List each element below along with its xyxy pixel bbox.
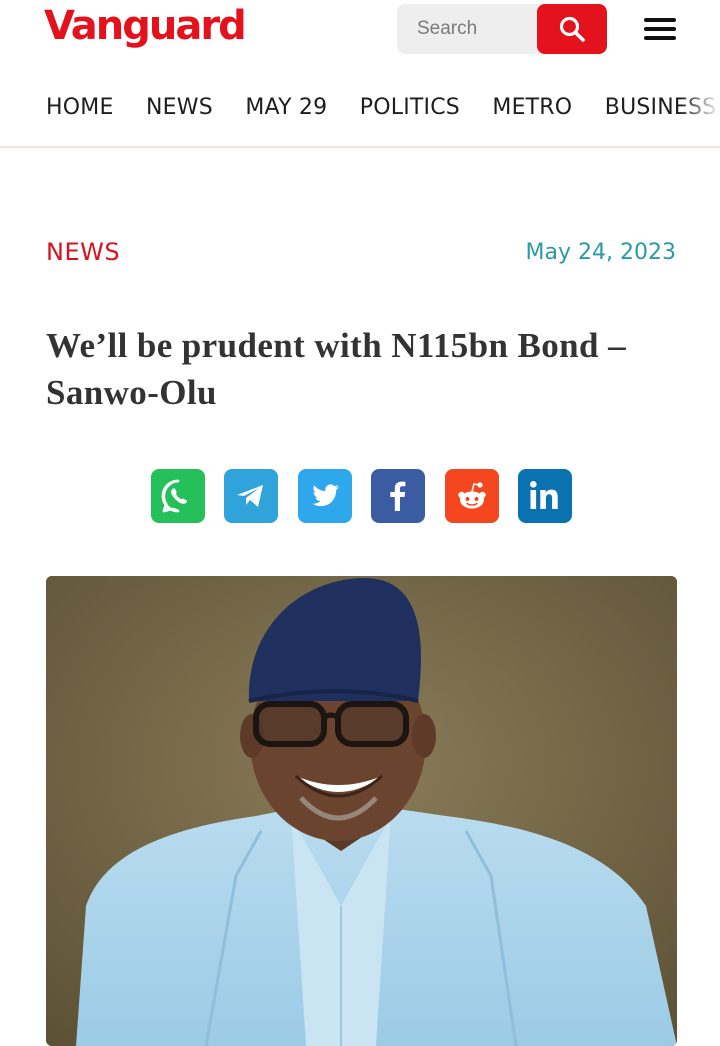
reddit-share-button[interactable] — [445, 469, 499, 523]
telegram-share-button[interactable] — [224, 469, 278, 523]
whatsapp-share-button[interactable] — [151, 469, 205, 523]
reddit-icon — [458, 482, 486, 509]
nav-item-metro[interactable]: METRO — [492, 86, 572, 130]
article-date: May 24, 2023 — [525, 240, 676, 265]
nav-fade — [680, 86, 720, 130]
telegram-icon — [237, 485, 263, 507]
linkedin-share-button[interactable] — [518, 469, 572, 523]
hamburger-menu-icon[interactable] — [642, 15, 680, 43]
search-icon — [559, 16, 585, 42]
nav-item-news[interactable]: NEWS — [146, 86, 213, 130]
article-headline: We’ll be prudent with N115bn Bond – Sanw… — [46, 326, 626, 412]
whatsapp-icon — [161, 479, 187, 513]
portrait-image — [46, 576, 677, 1046]
nav-item-home[interactable]: HOME — [46, 86, 114, 130]
nav-item-may-29[interactable]: MAY 29 — [245, 86, 327, 130]
search-input[interactable] — [397, 4, 537, 54]
linkedin-icon — [530, 481, 558, 509]
facebook-icon — [390, 481, 406, 511]
article-photo — [46, 576, 677, 1046]
vanguard-logo[interactable]: Vanguard — [44, 2, 247, 50]
site-header: Vanguard HOME NEWS MAY 29 POLITICS METRO… — [0, 0, 720, 148]
nav-item-politics[interactable]: POLITICS — [360, 86, 460, 130]
twitter-share-button[interactable] — [298, 469, 352, 523]
main-nav: HOME NEWS MAY 29 POLITICS METRO BUSINESS — [46, 86, 720, 130]
twitter-icon — [312, 484, 339, 507]
article-category[interactable]: NEWS — [46, 238, 120, 266]
facebook-share-button[interactable] — [371, 469, 425, 523]
search-button[interactable] — [537, 4, 607, 54]
search-bar — [397, 4, 607, 54]
